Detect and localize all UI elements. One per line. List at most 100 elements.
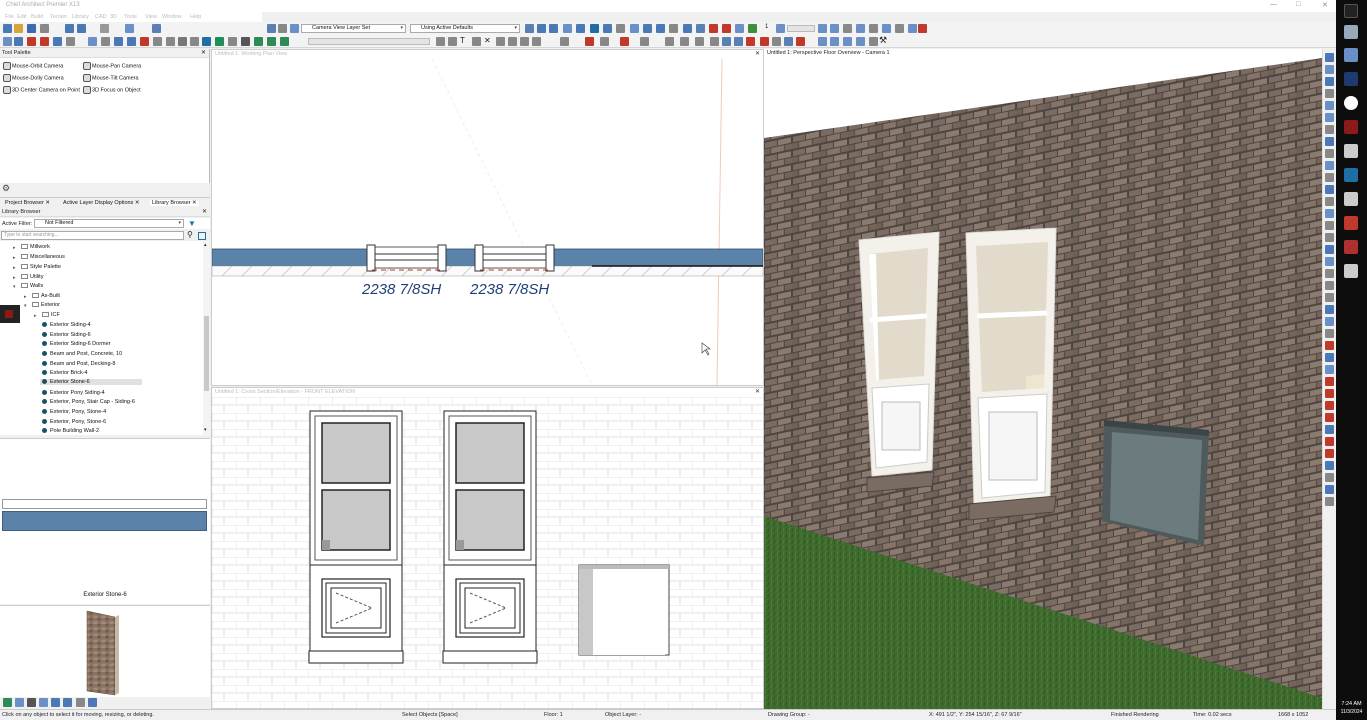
blue-tool-icon[interactable] xyxy=(722,37,731,46)
view-tool-icon[interactable] xyxy=(1325,377,1334,386)
tab-layer-display[interactable]: Active Layer Display Options ✕ xyxy=(63,200,139,206)
camera-view-icon[interactable] xyxy=(830,37,839,46)
red-line-icon[interactable] xyxy=(760,37,769,46)
close-icon[interactable]: ✕ xyxy=(45,200,50,206)
view-tool-icon[interactable] xyxy=(1325,221,1334,230)
select-icon[interactable] xyxy=(3,37,12,46)
mouse-pan-camera[interactable]: Mouse-Pan Camera xyxy=(83,62,141,70)
maximize-icon[interactable]: □ xyxy=(1296,1,1300,8)
shape-icon[interactable] xyxy=(202,37,211,46)
list-item[interactable]: Exterior Siding-4 xyxy=(42,322,91,328)
rect-frame-icon[interactable] xyxy=(680,37,689,46)
close-icon[interactable]: ✕ xyxy=(192,200,197,206)
plant-icon[interactable] xyxy=(241,37,250,46)
view-tool-icon[interactable] xyxy=(1325,461,1334,470)
filter-icon[interactable]: ▼ xyxy=(188,219,196,228)
plan-window-1[interactable] xyxy=(366,244,447,272)
defaults-select[interactable]: Using Active Defaults ▾ xyxy=(410,24,520,33)
menu-cad[interactable]: CAD xyxy=(95,14,107,20)
annotation-icon[interactable] xyxy=(796,37,805,46)
mouse-dolly-camera[interactable]: Mouse-Dolly Camera xyxy=(3,74,64,82)
elev-view-icon[interactable] xyxy=(843,37,852,46)
tree-folder-exterior[interactable]: Exterior xyxy=(32,302,60,308)
chrome-icon[interactable] xyxy=(1344,96,1358,110)
view-tool-icon[interactable] xyxy=(1325,365,1334,374)
menu-build[interactable]: Build xyxy=(31,14,43,20)
catalog-icon[interactable] xyxy=(88,698,97,707)
menu-library[interactable]: Library xyxy=(72,14,89,20)
view-tool-icon[interactable] xyxy=(1325,449,1334,458)
roof-icon[interactable] xyxy=(140,37,149,46)
list-view-icon[interactable] xyxy=(51,698,60,707)
scroll-up-icon[interactable]: ▴ xyxy=(204,242,207,248)
back-icon[interactable] xyxy=(15,698,24,707)
tab-project-browser[interactable]: Project Browser ✕ xyxy=(5,200,50,206)
menu-edit[interactable]: Edit xyxy=(17,14,26,20)
advanced-search-icon[interactable] xyxy=(198,232,206,240)
fixture-tool-icon[interactable] xyxy=(616,24,625,33)
tree-folder-utility[interactable]: Utility xyxy=(21,274,43,280)
cam-icon[interactable] xyxy=(734,37,743,46)
view-tool-icon[interactable] xyxy=(1325,413,1334,422)
view-tool-icon[interactable] xyxy=(1325,65,1334,74)
crosshair-icon[interactable] xyxy=(472,37,481,46)
house-icon[interactable] xyxy=(590,24,599,33)
red-mark-icon[interactable] xyxy=(746,37,755,46)
expand-icon[interactable]: ▸ xyxy=(34,313,37,319)
camera-tool-icon[interactable] xyxy=(630,24,639,33)
view-tool-icon[interactable] xyxy=(1325,353,1334,362)
open-icon[interactable] xyxy=(14,24,23,33)
view-tool-icon[interactable] xyxy=(1325,269,1334,278)
edit-tool-icon[interactable] xyxy=(696,24,705,33)
view-tool-icon[interactable] xyxy=(1325,341,1334,350)
list-item[interactable]: Exterior, Pony, Stone-6 xyxy=(42,419,106,425)
save-icon[interactable] xyxy=(27,24,36,33)
list-item[interactable]: Exterior Siding-6 xyxy=(42,332,91,338)
app-icon[interactable] xyxy=(1344,264,1358,278)
gear-icon[interactable]: ⚙ xyxy=(2,183,10,194)
options-icon[interactable] xyxy=(908,24,917,33)
perspective-view[interactable]: Untitled 1: Perspective Floor Overview -… xyxy=(764,49,1322,709)
scroll-down-icon[interactable]: ▾ xyxy=(204,427,207,433)
app-icon[interactable] xyxy=(1344,25,1358,39)
focus-on-object[interactable]: 3D Focus on Object xyxy=(83,86,141,94)
tree-folder-millwork[interactable]: Millwork xyxy=(21,244,50,250)
menu-tools[interactable]: Tools xyxy=(124,14,137,20)
app-icon[interactable] xyxy=(1344,240,1358,254)
measure-icon[interactable] xyxy=(772,37,781,46)
expand-icon[interactable]: ▸ xyxy=(13,275,16,281)
windows-start-icon[interactable] xyxy=(1344,4,1358,18)
list-item[interactable]: Exterior Brick-4 xyxy=(42,370,88,376)
minimize-icon[interactable]: — xyxy=(1270,1,1277,8)
menu-help[interactable]: Help xyxy=(190,14,201,20)
stairs-tool-icon[interactable] xyxy=(576,24,585,33)
app-icon[interactable] xyxy=(1344,192,1358,206)
view-tool-icon[interactable] xyxy=(1325,329,1334,338)
expand-icon[interactable]: ▸ xyxy=(13,265,16,271)
expand-icon[interactable]: ▸ xyxy=(24,294,27,300)
align-icon[interactable] xyxy=(101,37,110,46)
menu-file[interactable]: File xyxy=(5,14,14,20)
mouse-tilt-camera[interactable]: Mouse-Tilt Camera xyxy=(83,74,139,82)
grid-icon[interactable] xyxy=(843,24,852,33)
section-view-icon[interactable] xyxy=(856,37,865,46)
box-icon[interactable] xyxy=(532,37,541,46)
shrub-icon[interactable] xyxy=(280,37,289,46)
landscape-icon[interactable] xyxy=(267,37,276,46)
rectangle-icon[interactable] xyxy=(560,37,569,46)
photoshop-icon[interactable] xyxy=(1344,72,1358,86)
center-camera-on-point[interactable]: 3D Center Camera on Point xyxy=(3,86,80,94)
window-label-2[interactable]: 2238 7/8SH xyxy=(469,281,549,298)
ellipse-icon[interactable] xyxy=(710,37,719,46)
elevation-icon[interactable] xyxy=(656,24,665,33)
amazon-icon[interactable] xyxy=(1344,168,1358,182)
detail-view-icon[interactable] xyxy=(63,698,72,707)
menu-terrain[interactable]: Terrain xyxy=(50,14,67,20)
zoom-out-icon[interactable] xyxy=(1325,113,1334,122)
view-tool-icon[interactable] xyxy=(1325,425,1334,434)
terrain-icon[interactable] xyxy=(215,37,224,46)
view-tool-icon[interactable] xyxy=(1325,257,1334,266)
tree-folder-style-palette[interactable]: Style Palette xyxy=(21,264,61,270)
wall-tool-icon[interactable] xyxy=(525,24,534,33)
delete-object-icon[interactable] xyxy=(40,37,49,46)
